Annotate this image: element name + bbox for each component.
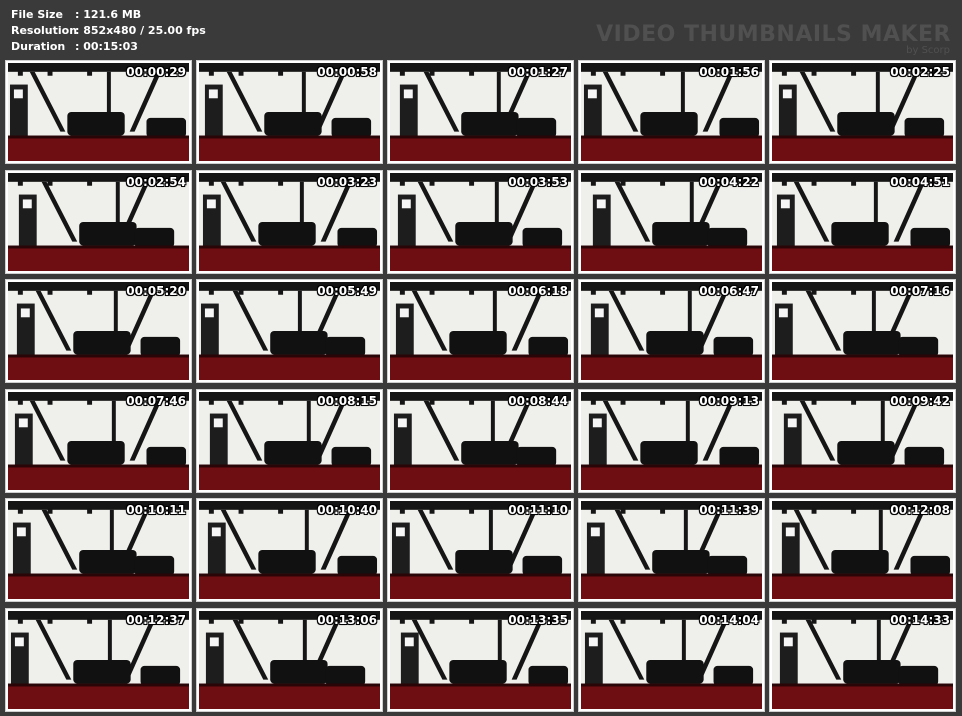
thumbnail-timestamp: 00:02:25 — [890, 65, 950, 79]
thumbnail: 00:10:11 — [5, 498, 192, 602]
thumbnail-timestamp: 00:08:15 — [317, 393, 377, 408]
thumbnail: 00:14:04 — [578, 607, 765, 712]
thumbnail: 00:13:06 — [196, 607, 383, 712]
thumbnail: 00:05:49 — [196, 279, 383, 383]
thumbnail: 00:14:33 — [769, 607, 956, 712]
thumbnail: 00:12:08 — [769, 498, 956, 602]
thumbnail-timestamp: 00:00:58 — [317, 65, 377, 79]
thumbnail-timestamp: 00:06:18 — [508, 284, 568, 298]
thumbnail-timestamp: 00:02:54 — [126, 174, 186, 189]
file-info-value: : 00:15:03 — [75, 40, 138, 53]
thumbnail: 00:11:10 — [387, 498, 574, 602]
thumbnail: 00:04:22 — [578, 169, 765, 274]
thumbnail-timestamp: 00:09:42 — [890, 393, 950, 408]
thumbnail-timestamp: 00:10:40 — [317, 503, 377, 517]
thumbnail-timestamp: 00:13:35 — [508, 612, 568, 627]
thumbnail-timestamp: 00:10:11 — [126, 503, 186, 517]
file-info-label: Resolution — [11, 24, 78, 37]
thumbnail: 00:09:13 — [578, 388, 765, 493]
thumbnail: 00:08:44 — [387, 388, 574, 493]
thumbnail: 00:13:35 — [387, 607, 574, 712]
file-info-label: File Size — [11, 8, 63, 21]
thumbnail-timestamp: 00:05:20 — [126, 284, 186, 298]
file-info-row: File Size : 121.6 MB — [11, 7, 206, 23]
thumbnail: 00:01:56 — [578, 60, 765, 164]
file-info: File Size : 121.6 MB Resolution: 852x480 /… — [11, 7, 206, 55]
header: File Size : 121.6 MB Resolution: 852x480 /… — [0, 0, 962, 58]
file-info-row: Resolution: 852x480 / 25.00 fps — [11, 23, 206, 39]
file-info-value: : 852x480 / 25.00 fps — [75, 24, 206, 37]
thumbnail-timestamp: 00:04:22 — [699, 174, 759, 189]
brand-subtitle: by Scorp — [906, 45, 950, 56]
thumbnail-timestamp: 00:09:13 — [699, 393, 759, 408]
thumbnail: 00:05:20 — [5, 279, 192, 383]
thumbnail-timestamp: 00:04:51 — [890, 174, 950, 189]
thumbnail: 00:03:53 — [387, 169, 574, 274]
thumbnail-timestamp: 00:11:10 — [508, 503, 568, 517]
thumbnail-timestamp: 00:07:46 — [126, 393, 186, 408]
thumbnail-timestamp: 00:03:53 — [508, 174, 568, 189]
thumbnail-timestamp: 00:13:06 — [317, 612, 377, 627]
thumbnail-timestamp: 00:05:49 — [317, 284, 377, 298]
thumbnail: 00:00:29 — [5, 60, 192, 164]
thumbnail: 00:01:27 — [387, 60, 574, 164]
thumbnail-timestamp: 00:11:39 — [699, 503, 759, 517]
thumbnail: 00:00:58 — [196, 60, 383, 164]
thumbnail-timestamp: 00:01:56 — [699, 65, 759, 79]
thumbnail-timestamp: 00:06:47 — [699, 284, 759, 298]
thumbnail-timestamp: 00:00:29 — [126, 65, 186, 79]
thumbnail-timestamp: 00:03:23 — [317, 174, 377, 189]
thumbnail: 00:07:46 — [5, 388, 192, 493]
thumbnail: 00:12:37 — [5, 607, 192, 712]
brand-title: VIDEO THUMBNAILS MAKER — [596, 22, 951, 47]
thumbnail-grid: 00:00:29 00:00:58 00:01:27 00:01:56 00:02:25… — [5, 60, 959, 712]
thumbnail: 00:04:51 — [769, 169, 956, 274]
thumbnail: 00:11:39 — [578, 498, 765, 602]
thumbnail-timestamp: 00:12:37 — [126, 612, 186, 627]
file-info-value: : 121.6 MB — [75, 8, 142, 21]
file-info-row: Duration : 00:15:03 — [11, 39, 206, 55]
thumbnail-timestamp: 00:14:04 — [699, 612, 759, 627]
thumbnail-timestamp: 00:07:16 — [890, 284, 950, 298]
thumbnail: 00:10:40 — [196, 498, 383, 602]
thumbnail: 00:06:47 — [578, 279, 765, 383]
thumbnail-timestamp: 00:12:08 — [890, 503, 950, 517]
thumbnail: 00:07:16 — [769, 279, 956, 383]
thumbnail: 00:06:18 — [387, 279, 574, 383]
thumbnail: 00:02:54 — [5, 169, 192, 274]
thumbnail-timestamp: 00:14:33 — [890, 612, 950, 627]
thumbnail-timestamp: 00:01:27 — [508, 65, 568, 79]
thumbnail: 00:03:23 — [196, 169, 383, 274]
thumbnail: 00:02:25 — [769, 60, 956, 164]
file-info-label: Duration — [11, 40, 66, 53]
thumbnail-timestamp: 00:08:44 — [508, 393, 568, 408]
thumbnail: 00:09:42 — [769, 388, 956, 493]
thumbnail: 00:08:15 — [196, 388, 383, 493]
